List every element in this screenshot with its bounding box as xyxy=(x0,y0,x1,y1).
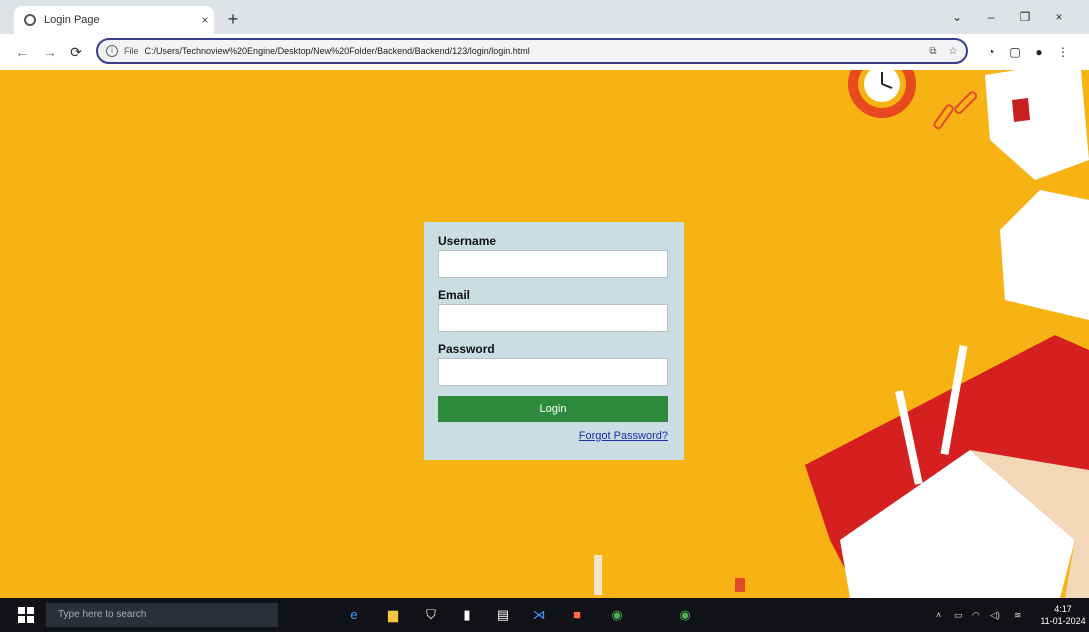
browser-tab[interactable]: Login Page × xyxy=(14,6,214,34)
forward-button[interactable]: → xyxy=(40,42,60,62)
info-icon[interactable]: i xyxy=(106,45,118,57)
wifi-icon[interactable]: ≋ xyxy=(1014,609,1022,621)
email-label: Email xyxy=(438,288,471,302)
page-viewport: Username Email Password Login Forgot Pas… xyxy=(0,70,1089,598)
bookmark-star-icon[interactable]: ☆ xyxy=(946,46,960,57)
minimize-button[interactable]: – xyxy=(978,6,1004,28)
chrome-icon[interactable]: ◉ xyxy=(606,604,628,626)
address-bar[interactable]: i File C:/Users/Technoview%20Engine/Desk… xyxy=(96,38,968,64)
sidepanel-icon[interactable]: ▢ xyxy=(1006,43,1024,61)
password-input[interactable] xyxy=(438,358,668,386)
windows-logo-icon xyxy=(18,607,25,614)
vscode-icon[interactable]: ⋊ xyxy=(528,604,550,626)
reload-button[interactable]: ⟳ xyxy=(66,42,86,62)
browser-toolbar: ← → ⟳ i File C:/Users/Technoview%20Engin… xyxy=(0,34,1089,71)
tab-close-icon[interactable]: × xyxy=(196,13,214,27)
media-app-icon[interactable]: ■ xyxy=(566,604,588,626)
red-folder-decoration xyxy=(805,335,1089,598)
store-icon[interactable]: ⛉ xyxy=(420,604,442,626)
start-button[interactable] xyxy=(18,607,34,623)
tab-title: Login Page xyxy=(44,14,100,26)
menu-icon[interactable]: ⋮ xyxy=(1054,43,1072,61)
browser-tab-strip: Login Page × + ⌄ – ❐ × xyxy=(0,0,1089,34)
clock-decoration xyxy=(848,70,916,118)
username-input[interactable] xyxy=(438,250,668,278)
password-label: Password xyxy=(438,342,495,356)
pencil-decoration xyxy=(594,555,745,595)
notepad-icon[interactable]: ▤ xyxy=(492,604,514,626)
profile-icon[interactable]: ● xyxy=(1030,43,1048,61)
paper-note-decoration xyxy=(985,70,1089,320)
windows-taskbar: Type here to search e ▆ ⛉ ▮ ▤ ⋊ ■ ◉ ◉ ˄ … xyxy=(0,598,1089,632)
close-window-button[interactable]: × xyxy=(1046,6,1072,28)
file-scheme-label: File xyxy=(124,46,139,56)
maximize-button[interactable]: ❐ xyxy=(1012,6,1038,28)
back-button[interactable]: ← xyxy=(12,42,32,62)
clock-time: 4:17 xyxy=(1054,604,1072,614)
clock-date: 11-01-2024 xyxy=(1040,616,1086,626)
paperclip-decoration xyxy=(933,91,978,130)
tab-search-icon[interactable]: ⌄ xyxy=(944,6,970,28)
login-form: Username Email Password Login Forgot Pas… xyxy=(424,222,684,460)
file-explorer-icon[interactable]: ▆ xyxy=(382,604,404,626)
app-icon[interactable]: ▮ xyxy=(456,604,478,626)
extensions-icon[interactable]: ◔ xyxy=(982,43,1000,61)
chrome-window-icon[interactable]: ◉ xyxy=(674,604,696,626)
forgot-password-link[interactable]: Forgot Password? xyxy=(438,430,668,442)
new-tab-button[interactable]: + xyxy=(222,8,244,30)
volume-icon[interactable]: ◁) xyxy=(990,609,1000,621)
battery-icon[interactable]: ▭ xyxy=(954,609,963,621)
email-input[interactable] xyxy=(438,304,668,332)
system-clock[interactable]: 4:17 11-01-2024 xyxy=(1040,603,1086,627)
login-button[interactable]: Login xyxy=(438,396,668,422)
tray-chevron-icon[interactable]: ˄ xyxy=(936,609,941,621)
share-icon[interactable]: ⧉ xyxy=(926,46,940,57)
taskbar-search-box[interactable]: Type here to search xyxy=(46,603,278,627)
network-icon[interactable]: ◠ xyxy=(972,609,980,621)
edge-icon[interactable]: e xyxy=(343,604,365,626)
username-label: Username xyxy=(438,234,497,248)
url-text[interactable]: C:/Users/Technoview%20Engine/Desktop/New… xyxy=(145,46,926,56)
globe-icon xyxy=(24,14,36,26)
